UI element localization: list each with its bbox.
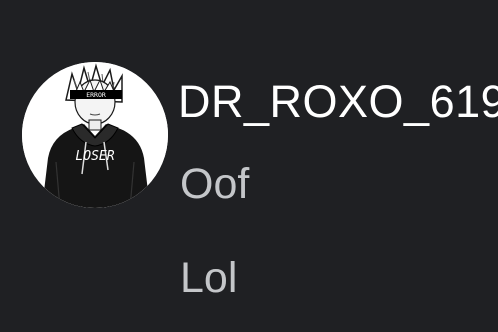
avatar[interactable]: ERROR LOSER xyxy=(22,62,168,208)
avatar-hoodie-text: LOSER xyxy=(75,149,114,164)
user-avatar-icon: ERROR LOSER xyxy=(22,62,168,208)
message-text: Oof xyxy=(180,160,250,208)
username[interactable]: DR_ROXO_619 xyxy=(178,74,498,130)
chat-message-group: ERROR LOSER DR_ROXO_619 Oof Lol xyxy=(0,0,498,332)
avatar-eye-bar-text: ERROR xyxy=(86,91,106,99)
message-text: Lol xyxy=(180,254,238,302)
